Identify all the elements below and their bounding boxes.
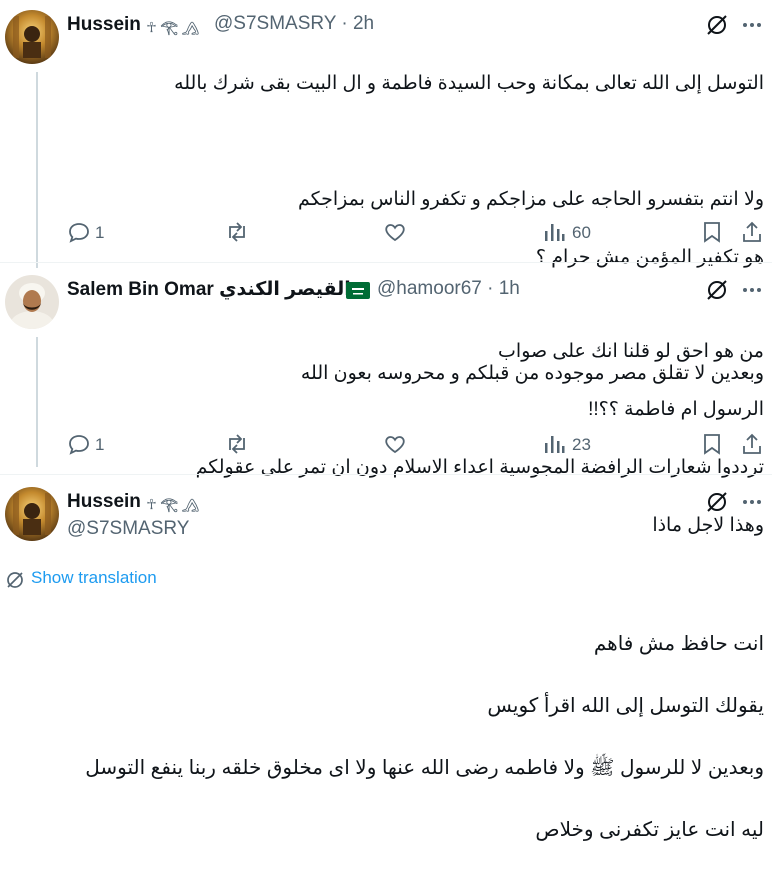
reply-count: 1 [95,435,105,454]
grok-icon[interactable] [704,277,730,303]
timestamp[interactable]: 2h [353,13,374,34]
author-handle[interactable]: @S7SMASRY · 2h [214,13,374,35]
saudi-flag-icon [346,282,370,299]
bookmark-icon[interactable] [701,220,723,244]
views-icon[interactable] [543,432,565,456]
like-icon[interactable] [383,432,407,456]
like-icon[interactable] [383,220,407,244]
tweet-text: انت حافظ مش فاهم يقولك التوسل إلى الله ا… [85,633,764,841]
grok-icon[interactable] [704,489,730,515]
avatar[interactable] [5,10,59,64]
name-glyphs: ☥ 𓂀 𓂻 [146,19,200,35]
divider [0,262,772,263]
avatar[interactable] [5,487,59,541]
translate-icon[interactable] [5,570,25,590]
grok-icon[interactable] [704,12,730,38]
views-icon[interactable] [543,220,565,244]
share-icon[interactable] [740,220,764,244]
avatar[interactable] [5,275,59,329]
author-name[interactable]: Salem Bin Omar القيصر الكندي [67,278,351,301]
retweet-icon[interactable] [224,220,250,244]
author-name[interactable]: Hussein ☥ 𓂀 𓂻 [67,13,199,37]
author-handle[interactable]: @S7SMASRY [67,518,189,540]
timestamp[interactable]: 1h [499,278,520,299]
more-icon[interactable] [740,490,764,514]
name-glyphs: ☥ 𓂀 𓂻 [146,496,200,512]
bookmark-icon[interactable] [701,432,723,456]
thread-line [36,337,38,467]
author-name[interactable]: Hussein ☥ 𓂀 𓂻 [67,490,199,514]
views-count: 60 [572,223,591,242]
reply-icon[interactable] [67,220,91,244]
thread-line [36,72,38,268]
divider [0,474,772,475]
show-translation-link[interactable]: Show translation [31,568,157,588]
reply-icon[interactable] [67,432,91,456]
share-icon[interactable] [740,432,764,456]
more-icon[interactable] [740,278,764,302]
author-handle[interactable]: @hamoor67 · 1h [377,278,520,300]
retweet-icon[interactable] [224,432,250,456]
views-count: 23 [572,435,591,454]
more-icon[interactable] [740,13,764,37]
reply-count: 1 [95,223,105,242]
